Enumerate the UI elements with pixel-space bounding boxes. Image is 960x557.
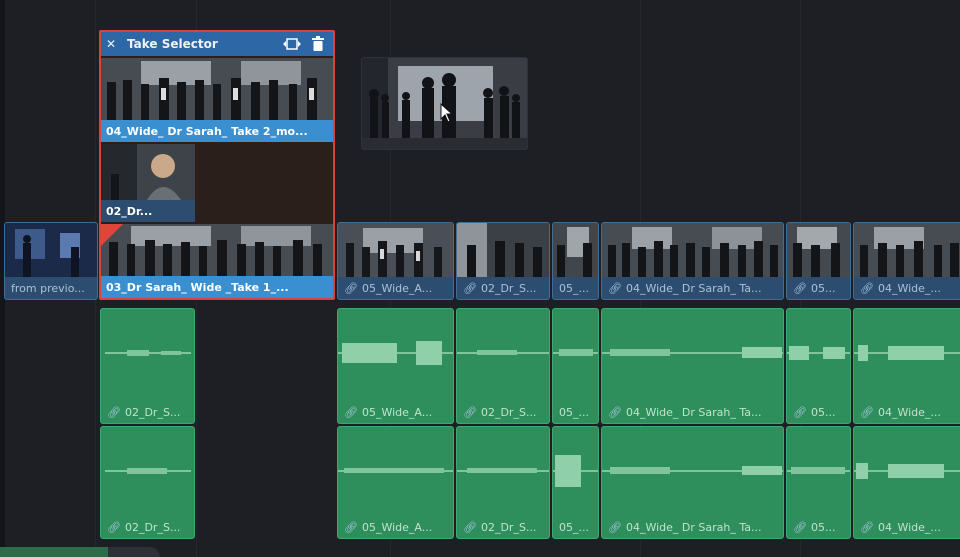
clip-name: 04_Wide_ Dr Sarah_ Ta...	[625, 405, 762, 419]
clip-thumbnail	[553, 223, 598, 277]
audio-waveform	[854, 345, 960, 361]
video-clip[interactable]: 05_...	[552, 222, 599, 300]
take-selector-title: Take Selector	[127, 37, 218, 51]
audio-clip[interactable]: 🔗︎ 05_Wide_A...	[337, 308, 454, 424]
clip-thumbnail	[338, 223, 453, 277]
clip-name: 04_Wide_...	[877, 405, 941, 419]
clip-name: 04_Wide_...	[877, 281, 941, 295]
link-icon: 🔗︎	[608, 520, 622, 534]
audio-waveform	[602, 466, 783, 475]
audio-clip[interactable]: 🔗︎ 05_Wide_A...	[337, 426, 454, 539]
clip-name: 04_Wide_ Dr Sarah_ Ta...	[625, 281, 762, 295]
audio-clip[interactable]: 🔗︎ 04_Wide_ Dr Sarah_ Ta...	[601, 426, 784, 539]
take-clip-selected[interactable]: 03_Dr Sarah_ Wide _Take 1_...	[101, 224, 333, 298]
audio-waveform	[787, 467, 850, 474]
video-clip[interactable]: 🔗︎ 05_Wide_A...	[337, 222, 454, 300]
video-clip[interactable]: 🔗︎ 04_Wide_ Dr Sarah_ Ta...	[601, 222, 784, 300]
take-flag-icon	[101, 224, 123, 246]
audio-waveform	[854, 463, 960, 479]
audio-waveform	[105, 468, 191, 474]
clip-name: 02_Dr_S...	[480, 520, 537, 534]
audio-waveform	[457, 468, 549, 473]
audio-clip[interactable]: 05_...	[552, 426, 599, 539]
clip-thumbnail	[101, 58, 333, 120]
take-clip[interactable]: 04_Wide_ Dr Sarah_ Take 2_mo...	[101, 58, 333, 142]
clip-name: 05_...	[559, 281, 589, 295]
audio-waveform	[105, 350, 191, 356]
clip-thumbnail	[5, 223, 97, 277]
clip-name: 05_...	[559, 405, 589, 419]
link-icon: 🔗︎	[107, 520, 121, 534]
track-footer-audio	[0, 547, 108, 557]
audio-clip[interactable]: 🔗︎ 04_Wide_ Dr Sarah_ Ta...	[601, 308, 784, 424]
take-label: 04_Wide_ Dr Sarah_ Take 2_mo...	[106, 124, 308, 138]
take-selector-header: ✕ Take Selector	[101, 32, 333, 56]
clip-name: 02_Dr_S...	[124, 520, 181, 534]
link-icon: 🔗︎	[344, 405, 358, 419]
clip-name: 02_Dr_S...	[124, 405, 181, 419]
timeline-panel: from previo... 🔗︎ 05_Wide_A... 🔗︎ 02_Dr_S.…	[0, 0, 960, 557]
clip-thumbnail	[787, 223, 850, 277]
link-icon: 🔗︎	[793, 520, 807, 534]
clip-name: 05...	[810, 281, 836, 295]
clip-thumbnail	[457, 223, 549, 277]
audio-waveform	[787, 346, 850, 360]
take-clip[interactable]: 02_Dr...	[101, 144, 195, 222]
link-icon: 🔗︎	[793, 405, 807, 419]
clip-thumbnail	[602, 223, 783, 277]
link-icon: 🔗︎	[344, 281, 358, 295]
audio-clip[interactable]: 🔗︎ 05...	[786, 426, 851, 539]
audio-waveform	[553, 455, 598, 487]
take-label: 02_Dr...	[106, 204, 153, 218]
audio-clip[interactable]: 🔗︎ 05...	[786, 308, 851, 424]
video-clip[interactable]: 🔗︎ 05...	[786, 222, 851, 300]
clip-thumbnail	[854, 223, 960, 277]
clip-name: 05...	[810, 405, 836, 419]
link-icon: 🔗︎	[463, 281, 477, 295]
link-icon: 🔗︎	[463, 520, 477, 534]
video-clip[interactable]: from previo...	[4, 222, 98, 300]
link-icon: 🔗︎	[793, 281, 807, 295]
link-icon: 🔗︎	[860, 405, 874, 419]
link-icon: 🔗︎	[860, 520, 874, 534]
audio-waveform	[553, 349, 598, 356]
clip-thumbnail	[101, 144, 195, 200]
clip-name: 04_Wide_ Dr Sarah_ Ta...	[625, 520, 762, 534]
audio-waveform	[457, 350, 549, 355]
audio-clip[interactable]: 🔗︎ 04_Wide_...	[853, 426, 960, 539]
audio-waveform	[338, 468, 453, 473]
audio-clip[interactable]: 🔗︎ 02_Dr_S...	[100, 308, 195, 424]
link-icon: 🔗︎	[463, 405, 477, 419]
trash-icon[interactable]	[307, 35, 329, 53]
clip-name: 05_Wide_A...	[361, 405, 433, 419]
mouse-pointer-icon	[440, 103, 454, 123]
link-icon: 🔗︎	[344, 520, 358, 534]
link-icon: 🔗︎	[860, 281, 874, 295]
clip-name: 05_Wide_A...	[361, 520, 433, 534]
link-icon: 🔗︎	[107, 405, 121, 419]
link-icon: 🔗︎	[608, 405, 622, 419]
take-label: 03_Dr Sarah_ Wide _Take 1_...	[106, 280, 289, 294]
take-selector-panel[interactable]: ✕ Take Selector 04_Wide_ Dr Sarah_ Take …	[99, 30, 335, 300]
close-icon[interactable]: ✕	[101, 37, 121, 51]
audio-waveform	[338, 341, 453, 365]
audio-clip[interactable]: 05_...	[552, 308, 599, 424]
clip-thumbnail	[101, 224, 333, 276]
clip-name: 05_Wide_A...	[361, 281, 433, 295]
audio-clip[interactable]: 🔗︎ 02_Dr_S...	[100, 426, 195, 539]
link-icon: 🔗︎	[608, 281, 622, 295]
audio-clip[interactable]: 🔗︎ 02_Dr_S...	[456, 426, 550, 539]
zoom-to-fit-icon[interactable]	[281, 35, 303, 53]
audio-clip[interactable]: 🔗︎ 02_Dr_S...	[456, 308, 550, 424]
video-clip[interactable]: 🔗︎ 02_Dr_S...	[456, 222, 550, 300]
clip-name: 04_Wide_...	[877, 520, 941, 534]
clip-name: 05_...	[559, 520, 589, 534]
clip-name: 02_Dr_S...	[480, 405, 537, 419]
audio-clip[interactable]: 🔗︎ 04_Wide_...	[853, 308, 960, 424]
clip-name: 02_Dr_S...	[480, 281, 537, 295]
clip-name: from previo...	[11, 281, 85, 295]
clip-name: 05...	[810, 520, 836, 534]
video-clip[interactable]: 🔗︎ 04_Wide_...	[853, 222, 960, 300]
audio-waveform	[602, 347, 783, 358]
